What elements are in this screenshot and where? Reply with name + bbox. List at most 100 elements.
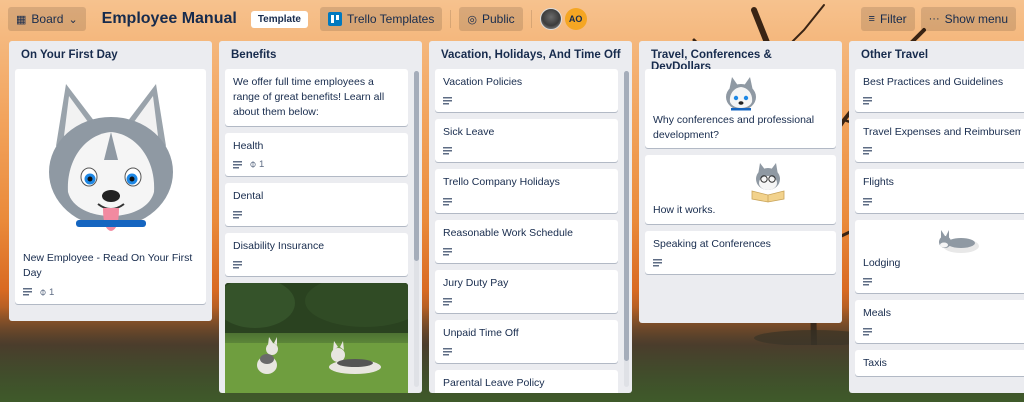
show-menu-button[interactable]: ··· Show menu [920,7,1016,31]
trello-logo-icon [327,12,342,26]
card-title: Disability Insurance [233,240,325,253]
card-title: New Employee - Read On Your First Day [23,252,193,280]
avatar[interactable] [539,8,562,30]
list-item[interactable]: Taxis [855,350,1024,377]
show-menu-label: Show menu [944,12,1008,26]
filter-button[interactable]: ≡ Filter [860,7,915,31]
scrollbar-thumb[interactable] [414,71,419,261]
card-title: Dental [233,189,264,202]
team-button[interactable]: Trello Templates [319,7,443,31]
card-title: Parental Leave Policy [443,377,545,390]
paperclip-icon: ⌀ [246,158,260,171]
list-item[interactable]: Reasonable Work Schedule [435,219,618,263]
attachment-count: 1 [49,286,55,298]
card-title: Jury Duty Pay [443,276,509,289]
board-switcher-button[interactable]: ▦ Board ⌄ [8,7,86,31]
board-icon: ▦ [16,13,27,26]
description-icon [233,211,242,220]
list-other-travel[interactable]: Other Travel Best Practices and Guidelin… [849,41,1024,393]
list-item[interactable]: Sick Leave [435,119,618,163]
list-item[interactable]: Flights [855,169,1024,213]
team-button-label: Trello Templates [346,12,435,26]
card-title: Health [233,139,264,152]
husky-sleeping-sticker [863,226,1021,256]
header-divider [450,10,452,28]
description-icon [23,288,32,297]
list-item[interactable] [225,283,408,393]
card-title: Why conferences and professional develop… [653,114,815,142]
card-title: Taxis [863,357,887,370]
list-item[interactable]: Best Practices and Guidelines [855,69,1024,113]
husky-reading-sticker [653,161,828,203]
template-badge: Template [250,10,308,28]
description-icon [443,97,452,106]
list-item[interactable]: Vacation Policies [435,69,618,113]
card-title: Vacation Policies [443,76,523,88]
list-title[interactable]: On Your First Day [9,41,212,69]
description-icon [443,298,452,307]
husky-cover-image [15,69,206,249]
card-title: Travel Expenses and Reimbursement [863,126,1021,139]
list-item[interactable]: Meals [855,299,1024,344]
card-title: How it works. [653,204,716,217]
list-vacation-holidays[interactable]: Vacation, Holidays, And Time Off Vacatio… [429,41,632,393]
list-benefits[interactable]: Benefits We offer full time employees a … [219,41,422,393]
description-icon [233,261,242,270]
card-title: We offer full time employees a range of … [233,76,385,119]
card-title: Flights [863,176,894,189]
card-title: Trello Company Holidays [443,176,560,189]
description-icon [233,160,242,169]
paperclip-icon: ⌀ [36,286,50,299]
header-divider [530,10,532,28]
description-icon [443,147,452,156]
card-title: Meals [863,306,892,319]
list-title[interactable]: Vacation, Holidays, And Time Off [429,41,632,69]
list-item[interactable]: Parental Leave Policy [435,370,618,393]
description-icon [863,328,872,337]
description-icon [863,197,872,206]
list-item[interactable]: Disability Insurance [225,233,408,277]
filter-button-label: Filter [879,12,907,26]
list-item[interactable]: We offer full time employees a range of … [225,69,408,126]
list-item[interactable]: Speaking at Conferences [645,230,836,274]
list-item[interactable]: Health ⌀ 1 [225,132,408,176]
list-item[interactable]: Dental [225,182,408,227]
list-item[interactable]: Trello Company Holidays [435,169,618,213]
list-item[interactable]: Jury Duty Pay [435,269,618,314]
description-icon [863,277,872,286]
dogs-photo-image [225,283,408,393]
card-title: Sick Leave [443,126,495,139]
globe-icon: ◎ [467,13,477,26]
card-title: Reasonable Work Schedule [443,226,573,239]
list-title[interactable]: Benefits [219,41,422,69]
list-item[interactable]: How it works. [645,155,836,224]
list-title[interactable]: Travel, Conferences & DevDollars [639,41,842,73]
attachment-count: 1 [259,159,265,171]
description-icon [443,348,452,357]
description-icon [863,147,872,156]
list-item[interactable]: New Employee - Read On Your First Day ⌀ … [15,69,206,305]
more-icon: ··· [928,13,940,25]
chevron-down-icon: ⌄ [68,13,78,26]
list-title[interactable]: Other Travel [849,41,1024,69]
list-item[interactable]: Lodging [855,219,1024,293]
avatar-initials[interactable]: AO [564,8,587,30]
list-item[interactable]: Travel Expenses and Reimbursement [855,119,1024,163]
card-title: Best Practices and Guidelines [863,76,1004,88]
card-title: Speaking at Conferences [653,237,771,250]
board-title[interactable]: Employee Manual [92,10,245,28]
card-title: Unpaid Time Off [443,327,519,340]
list-on-your-first-day[interactable]: On Your First Day New Employee - Read On… [9,41,212,321]
husky-sticker [653,75,828,113]
list-item[interactable]: Unpaid Time Off [435,320,618,364]
list-scrollbar[interactable] [414,71,419,387]
visibility-button[interactable]: ◎ Public [459,7,523,31]
board-header: ▦ Board ⌄ Employee Manual Template Trell… [0,0,1024,38]
list-item[interactable]: Why conferences and professional develop… [645,69,836,149]
description-icon [863,97,872,106]
filter-icon: ≡ [868,13,875,25]
description-icon [653,258,662,267]
list-scrollbar[interactable] [624,71,629,387]
scrollbar-thumb[interactable] [624,71,629,361]
list-travel-conferences[interactable]: Travel, Conferences & DevDollars Why con… [639,41,842,323]
